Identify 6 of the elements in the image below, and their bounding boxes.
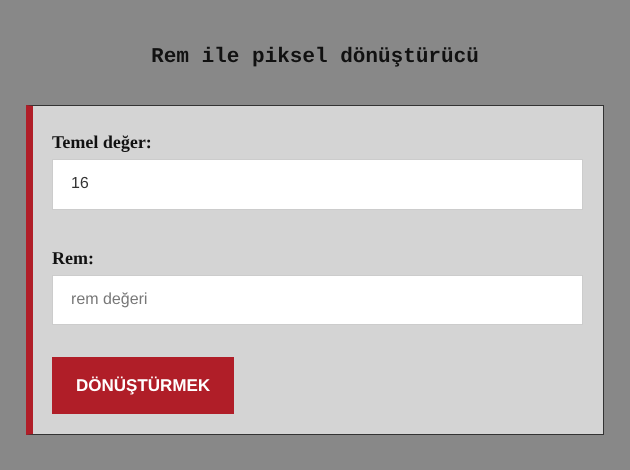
input-field[interactable]: 16 [52,159,583,210]
field-label: Temel değer: [52,132,152,153]
field-label: Rem: [52,248,94,269]
convert-button[interactable]: DÖNÜŞTÜRMEK [52,357,234,414]
input-field[interactable]: rem değeri [52,274,583,326]
page-title: Rem ile piksel dönüştürücü [150,46,480,69]
